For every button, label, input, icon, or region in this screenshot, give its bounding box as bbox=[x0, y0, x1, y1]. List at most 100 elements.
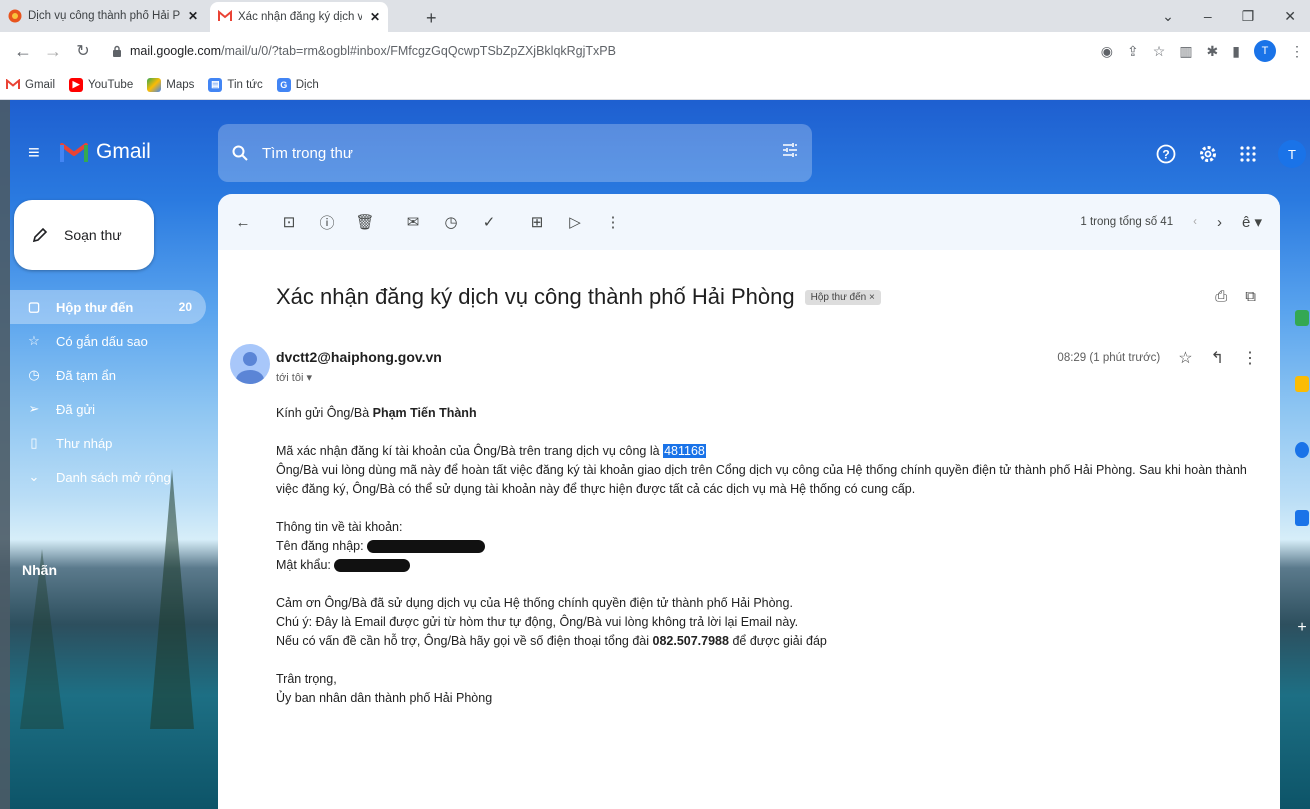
close-window-icon[interactable]: ✕ bbox=[1284, 8, 1296, 25]
verification-code: 481168 bbox=[663, 444, 706, 458]
thanks-line: Cảm ơn Ông/Bà đã sử dụng dịch vụ của Hệ … bbox=[276, 596, 793, 610]
url-host: mail.google.com bbox=[130, 44, 222, 58]
bookmark-label: Maps bbox=[166, 78, 195, 91]
reply-icon[interactable]: ↰ bbox=[1211, 348, 1224, 368]
nav-starred[interactable]: ☆ Có gắn dấu sao bbox=[10, 324, 206, 358]
window-controls: ⌄ – ❐ ✕ bbox=[1162, 0, 1302, 32]
get-addons-icon[interactable]: + bbox=[1295, 620, 1309, 636]
lock-icon bbox=[112, 45, 122, 57]
close-tab-icon[interactable]: ✕ bbox=[188, 9, 198, 23]
forward-icon[interactable]: → bbox=[42, 40, 64, 62]
open-new-window-icon[interactable]: ⧉ bbox=[1245, 288, 1256, 305]
snooze-icon[interactable]: ◷ bbox=[440, 211, 462, 233]
closing-line: Trân trọng, bbox=[276, 672, 337, 686]
archive-icon[interactable]: ⊡ bbox=[278, 211, 300, 233]
back-to-inbox-icon[interactable]: ← bbox=[232, 211, 254, 233]
reload-icon[interactable]: ↻ bbox=[72, 40, 94, 62]
delete-icon[interactable]: 🗑 bbox=[354, 211, 376, 233]
browser-tab-gmail[interactable]: Xác nhận đăng ký dịch vụ công t ✕ bbox=[210, 2, 388, 32]
nav-snoozed[interactable]: ◷ Đã tạm ẩn bbox=[10, 358, 206, 392]
svg-text:?: ? bbox=[1162, 148, 1169, 162]
gmail-app: ≡ Gmail Tìm trong thư ? T Soạn thư ▢ Hộp… bbox=[0, 100, 1310, 809]
bookmark-label: Dịch bbox=[295, 78, 319, 91]
bookmark-dich[interactable]: G Dịch bbox=[276, 77, 319, 92]
tab-title: Dịch vụ công thành phố Hải Phò bbox=[28, 10, 180, 22]
gmail-favicon-icon bbox=[218, 10, 232, 24]
instructions: Ông/Bà vui lòng dùng mã này để hoàn tất … bbox=[276, 463, 1247, 496]
bookmark-youtube[interactable]: ▶ YouTube bbox=[69, 77, 133, 92]
nav-label: Có gắn dấu sao bbox=[56, 333, 148, 349]
new-tab-button[interactable]: + bbox=[418, 2, 445, 34]
more-actions-icon[interactable]: ⋮ bbox=[602, 211, 624, 233]
contacts-addon-icon[interactable] bbox=[1295, 510, 1309, 526]
nav-label: Đã gửi bbox=[56, 401, 96, 417]
compose-label: Soạn thư bbox=[64, 227, 122, 243]
recipient-details[interactable]: tới tôi ▾ bbox=[276, 371, 312, 384]
keep-addon-icon[interactable] bbox=[1295, 376, 1309, 392]
close-tab-icon[interactable]: ✕ bbox=[370, 10, 380, 24]
print-icon[interactable]: ⎙ bbox=[1215, 288, 1227, 305]
account-avatar[interactable]: T bbox=[1278, 140, 1306, 168]
bookmark-label: Gmail bbox=[25, 78, 56, 91]
bookmark-maps[interactable]: Maps bbox=[147, 77, 195, 92]
translate-icon: G bbox=[276, 77, 291, 92]
browser-menu-icon[interactable]: ⋮ bbox=[1290, 43, 1304, 60]
nav-more[interactable]: ⌄ Danh sách mở rộng bbox=[10, 460, 206, 494]
bookmark-gmail[interactable]: Gmail bbox=[6, 79, 55, 91]
bookmark-star-icon[interactable]: ☆ bbox=[1153, 43, 1166, 60]
labels-heading: Nhãn bbox=[22, 562, 57, 578]
reading-list-icon[interactable]: ▥ bbox=[1179, 43, 1192, 60]
sidepanel-icon[interactable]: ▮ bbox=[1232, 43, 1240, 60]
nav-drafts[interactable]: ▯ Thư nháp bbox=[10, 426, 206, 460]
nav-label: Đã tạm ẩn bbox=[56, 367, 116, 383]
screen-edge bbox=[0, 100, 10, 809]
gmail-wordmark: Gmail bbox=[96, 140, 151, 163]
back-icon[interactable]: ← bbox=[12, 40, 34, 62]
mail-search-bar[interactable]: Tìm trong thư bbox=[218, 124, 812, 182]
pager-text: 1 trong tổng số 41 bbox=[1080, 216, 1174, 228]
label-icon[interactable]: ▷ bbox=[564, 211, 586, 233]
add-task-icon[interactable]: ✓ bbox=[478, 211, 500, 233]
star-message-icon[interactable]: ☆ bbox=[1178, 348, 1192, 368]
profile-avatar[interactable]: T bbox=[1254, 40, 1276, 62]
main-menu-icon[interactable]: ≡ bbox=[28, 142, 40, 165]
unread-count: 20 bbox=[178, 300, 192, 314]
settings-gear-icon[interactable] bbox=[1198, 144, 1218, 164]
send-icon: ➢ bbox=[28, 401, 40, 416]
help-icon[interactable]: ? bbox=[1156, 144, 1176, 164]
mark-unread-icon[interactable]: ✉ bbox=[402, 211, 424, 233]
gmail-logo[interactable]: Gmail bbox=[60, 140, 151, 164]
report-spam-icon[interactable]: ⓘ bbox=[316, 211, 338, 233]
tasks-addon-icon[interactable] bbox=[1295, 442, 1309, 458]
newer-icon[interactable]: ‹ bbox=[1193, 216, 1197, 228]
sender-address[interactable]: dvctt2@haiphong.gov.vn bbox=[276, 349, 442, 365]
browser-tab-dichvucong[interactable]: Dịch vụ công thành phố Hải Phò ✕ bbox=[0, 0, 206, 32]
side-addons-strip: + bbox=[1282, 200, 1310, 800]
location-icon[interactable]: ◉ bbox=[1101, 43, 1113, 60]
redacted-password bbox=[334, 559, 411, 573]
extensions-icon[interactable]: ✱ bbox=[1207, 43, 1219, 60]
minimize-icon[interactable]: – bbox=[1204, 8, 1212, 24]
calendar-addon-icon[interactable] bbox=[1295, 310, 1309, 326]
nav-inbox[interactable]: ▢ Hộp thư đến 20 bbox=[10, 290, 206, 324]
address-bar[interactable]: mail.google.com /mail/u/0/?tab=rm&ogbl#i… bbox=[112, 38, 1152, 64]
search-placeholder: Tìm trong thư bbox=[262, 144, 353, 162]
tab-search-icon[interactable]: ⌄ bbox=[1162, 8, 1174, 25]
restore-icon[interactable]: ❐ bbox=[1242, 8, 1255, 25]
inbox-label-chip[interactable]: Hộp thư đến × bbox=[804, 289, 881, 305]
url-path: /mail/u/0/?tab=rm&ogbl#inbox/FMfcgzGqQcw… bbox=[221, 44, 616, 58]
sender-avatar[interactable] bbox=[230, 344, 270, 384]
bookmark-tintuc[interactable]: ▤ Tin tức bbox=[208, 77, 263, 92]
share-icon[interactable]: ⇪ bbox=[1127, 43, 1139, 60]
search-options-icon[interactable] bbox=[782, 142, 798, 158]
gmail-m-icon bbox=[60, 141, 88, 163]
input-tools-icon[interactable]: ê ▾ bbox=[1242, 213, 1262, 231]
compose-button[interactable]: Soạn thư bbox=[14, 200, 154, 270]
move-to-icon[interactable]: ⊞ bbox=[526, 211, 548, 233]
apps-grid-icon[interactable] bbox=[1240, 146, 1256, 162]
more-message-icon[interactable]: ⋮ bbox=[1242, 348, 1258, 368]
gmail-header-actions: ? T bbox=[1156, 140, 1306, 168]
search-icon[interactable] bbox=[232, 145, 248, 161]
nav-sent[interactable]: ➢ Đã gửi bbox=[10, 392, 206, 426]
older-icon[interactable]: › bbox=[1217, 214, 1222, 231]
